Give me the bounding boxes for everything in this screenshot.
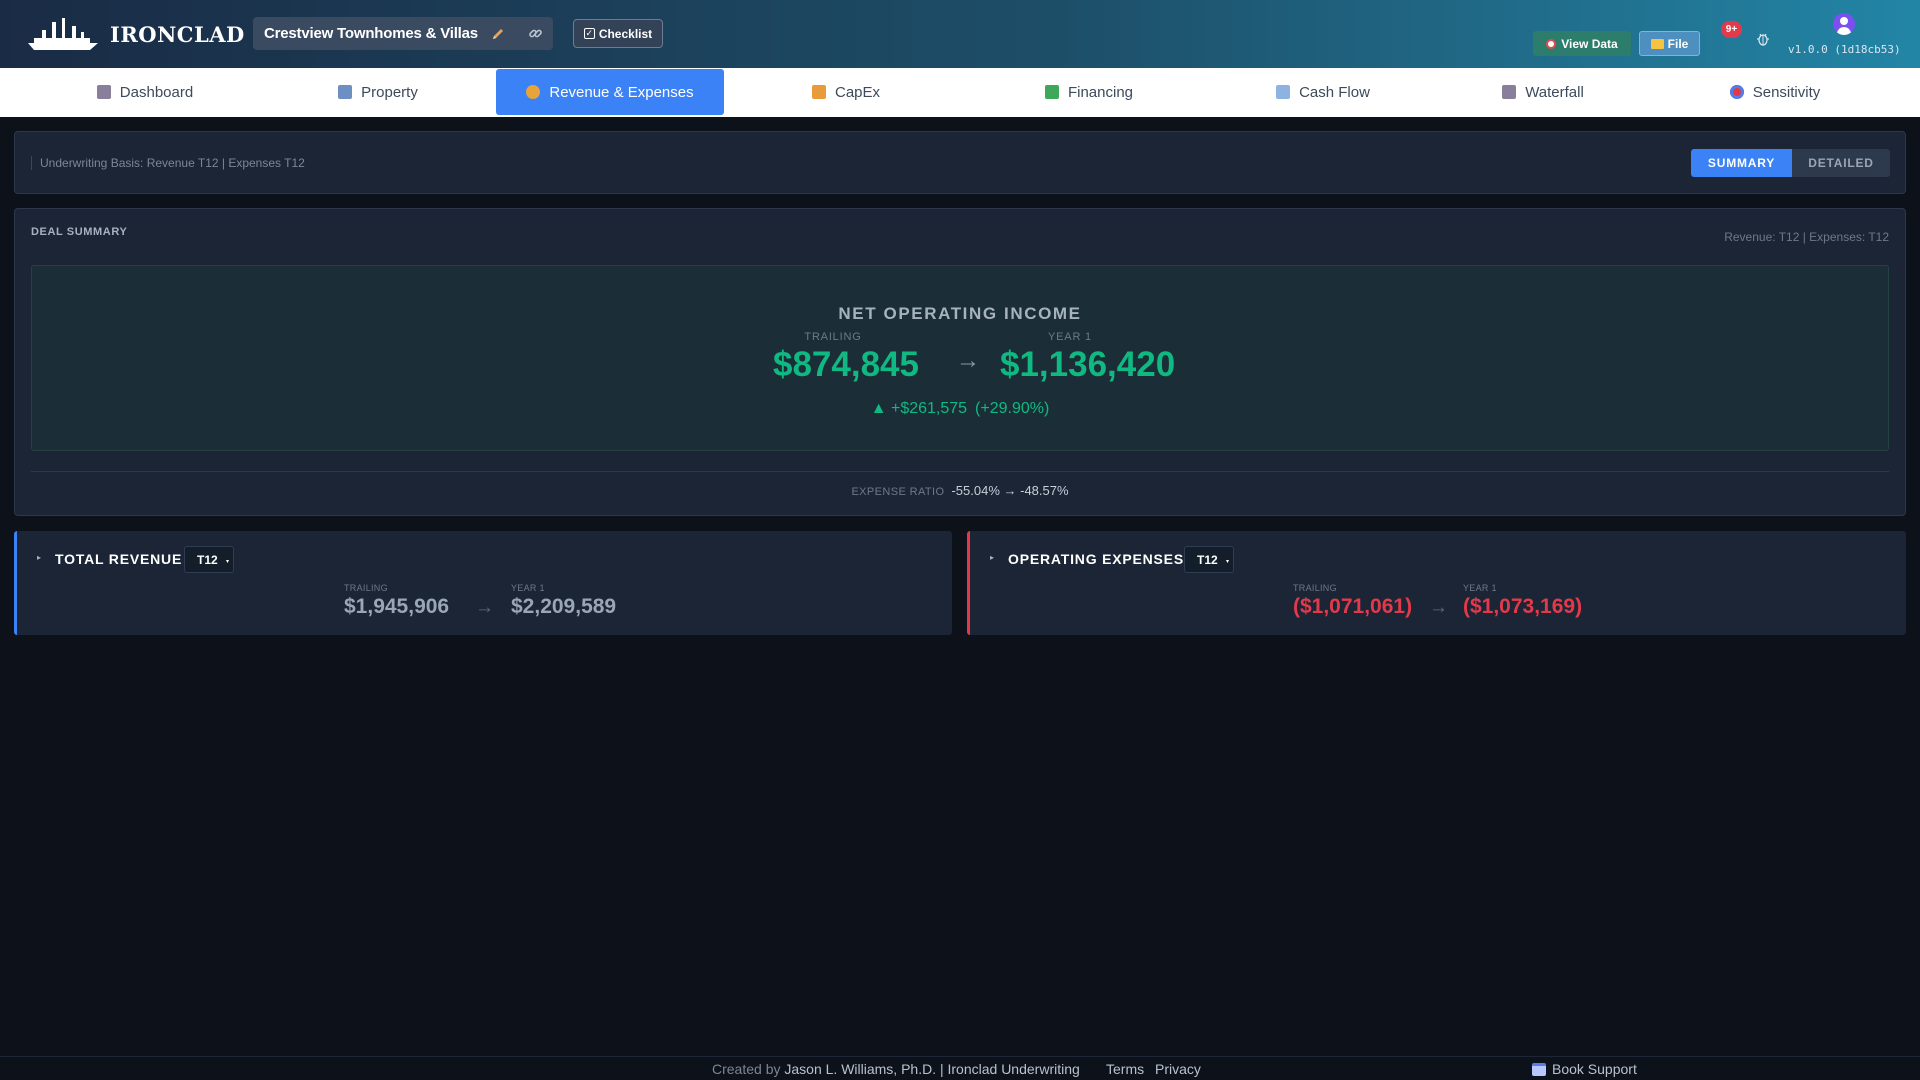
bank-icon (96, 85, 111, 99)
summary-toggle-button[interactable]: SUMMARY (1691, 149, 1792, 177)
detailed-toggle-button[interactable]: DETAILED (1792, 149, 1890, 177)
dropdown-caret-icon: ▾ (225, 559, 229, 565)
app-version: v1.0.0 (1d18cb53) (1788, 43, 1901, 56)
view-mode-toggle: SUMMARY DETAILED (1691, 149, 1890, 177)
expenses-period-value: T12 (1197, 552, 1218, 567)
cash-icon (1044, 85, 1059, 99)
deal-summary-panel: DEAL SUMMARY Revenue: T12 | Expenses: T1… (14, 208, 1906, 516)
divider (31, 471, 1889, 472)
tab-revenue-expenses[interactable]: Revenue & Expenses (496, 69, 724, 115)
tab-label: Revenue & Expenses (549, 83, 694, 101)
ship-logo-icon (28, 18, 98, 50)
checklist-button[interactable]: ✓ Checklist (573, 19, 663, 48)
page-footer: Created by Jason L. Williams, Ph.D. | Ir… (0, 1056, 1920, 1080)
tab-sensitivity[interactable]: Sensitivity (1690, 69, 1860, 115)
expenses-year1-value: ($1,073,169) (1463, 595, 1583, 618)
operating-expenses-card[interactable]: ▸ OPERATING EXPENSES T12 ▾ TRAILING ($1,… (967, 531, 1906, 635)
file-label: File (1667, 36, 1689, 51)
building-icon (338, 85, 353, 99)
expense-ratio: EXPENSE RATIO -55.04% → -48.57% (15, 483, 1905, 498)
tab-dashboard[interactable]: Dashboard (60, 69, 230, 115)
calendar-icon (1532, 1062, 1546, 1076)
noi-box: NET OPERATING INCOME TRAILING $874,845 →… (31, 265, 1889, 451)
expense-ratio-label: EXPENSE RATIO (851, 486, 945, 498)
project-selector[interactable]: Crestview Townhomes & Villas (253, 17, 553, 50)
privacy-link[interactable]: Privacy (1155, 1061, 1201, 1077)
total-revenue-title: TOTAL REVENUE (55, 551, 183, 567)
expenses-period-select[interactable]: T12 ▾ (1184, 546, 1234, 573)
expenses-trailing-label: TRAILING (1293, 583, 1337, 593)
created-by-text: Created by (712, 1061, 781, 1077)
tab-label: Waterfall (1525, 83, 1584, 101)
brand-logo[interactable]: IRONCLAD (26, 16, 245, 52)
expenses-trailing-value: ($1,071,061) (1293, 595, 1413, 618)
noi-change-amount: ▲ +$261,575 (870, 400, 968, 417)
noi-year1-value: $1,136,420 (1000, 345, 1176, 384)
tab-label: CapEx (834, 83, 881, 101)
brand-name: IRONCLAD (110, 21, 245, 47)
crane-icon (811, 85, 826, 99)
bank-icon (1502, 85, 1517, 99)
tab-label: Financing (1067, 83, 1134, 101)
author-link[interactable]: Jason L. Williams, Ph.D. | Ironclad Unde… (784, 1061, 1079, 1077)
tab-property[interactable]: Property (293, 69, 463, 115)
expand-caret-icon[interactable]: ▸ (37, 553, 41, 562)
tab-waterfall[interactable]: Waterfall (1458, 69, 1628, 115)
tab-label: Dashboard (119, 83, 194, 101)
book-support-link[interactable]: Book Support (1532, 1061, 1637, 1077)
total-revenue-card[interactable]: ▸ TOTAL REVENUE T12 ▾ TRAILING $1,945,90… (14, 531, 952, 635)
tab-cash-flow[interactable]: Cash Flow (1238, 69, 1408, 115)
noi-arrow-icon: → (956, 347, 980, 374)
noi-year1-label: YEAR 1 (1048, 331, 1092, 343)
expenses-year1-label: YEAR 1 (1463, 583, 1497, 593)
deal-summary-title: DEAL SUMMARY (31, 226, 128, 238)
footer-credit: Created by Jason L. Williams, Ph.D. | Ir… (712, 1061, 1080, 1077)
bug-icon[interactable] (1755, 31, 1771, 47)
money-bag-icon (526, 85, 541, 99)
checklist-label: Checklist (598, 26, 653, 41)
book-support-label: Book Support (1552, 1061, 1637, 1077)
link-icon[interactable] (528, 26, 544, 42)
noi-title: NET OPERATING INCOME (838, 304, 1082, 323)
chart-up-icon (1276, 85, 1291, 99)
deal-basis-note: Revenue: T12 | Expenses: T12 (1724, 230, 1889, 244)
noi-change: ▲ +$261,575 (+29.90%) (32, 400, 1888, 418)
noi-change-percent: (+29.90%) (975, 400, 1050, 417)
underwriting-basis-bar: Underwriting Basis: Revenue T12 | Expens… (14, 131, 1906, 194)
user-avatar-icon[interactable] (1833, 13, 1855, 35)
underwriting-basis-text: Underwriting Basis: Revenue T12 | Expens… (31, 156, 305, 170)
project-name: Crestview Townhomes & Villas (264, 25, 478, 42)
expand-caret-icon[interactable]: ▸ (990, 553, 994, 562)
view-data-button[interactable]: View Data (1533, 31, 1631, 56)
expenses-arrow-icon: → (1429, 597, 1448, 618)
pencil-icon[interactable] (490, 26, 506, 42)
revenue-period-select[interactable]: T12 ▾ (184, 546, 234, 573)
tab-label: Sensitivity (1752, 83, 1821, 101)
noi-trailing-label: TRAILING (804, 331, 862, 343)
notification-badge[interactable]: 9+ (1721, 21, 1742, 38)
revenue-trailing-value: $1,945,906 (344, 595, 450, 618)
view-data-label: View Data (1561, 36, 1618, 51)
target-icon (1729, 85, 1744, 99)
revenue-trailing-label: TRAILING (344, 583, 388, 593)
revenue-year1-value: $2,209,589 (511, 595, 617, 618)
checkbox-icon: ✓ (583, 28, 595, 39)
dropdown-caret-icon: ▾ (1225, 559, 1229, 565)
tab-capex[interactable]: CapEx (761, 69, 931, 115)
folder-icon (1650, 38, 1664, 49)
app-header: IRONCLAD Crestview Townhomes & Villas ✓ … (0, 0, 1920, 68)
main-nav: Dashboard Property Revenue & Expenses Ca… (0, 68, 1920, 117)
revenue-arrow-icon: → (475, 597, 494, 618)
file-button[interactable]: File (1639, 31, 1700, 56)
expense-ratio-value: -55.04% → -48.57% (951, 483, 1069, 498)
eye-icon (1546, 38, 1557, 49)
operating-expenses-title: OPERATING EXPENSES (1008, 551, 1184, 567)
revenue-year1-label: YEAR 1 (511, 583, 545, 593)
tab-financing[interactable]: Financing (1004, 69, 1174, 115)
revenue-period-value: T12 (197, 552, 218, 567)
tab-label: Cash Flow (1299, 83, 1370, 101)
terms-link[interactable]: Terms (1106, 1061, 1144, 1077)
noi-trailing-value: $874,845 (773, 345, 919, 384)
tab-label: Property (361, 83, 418, 101)
